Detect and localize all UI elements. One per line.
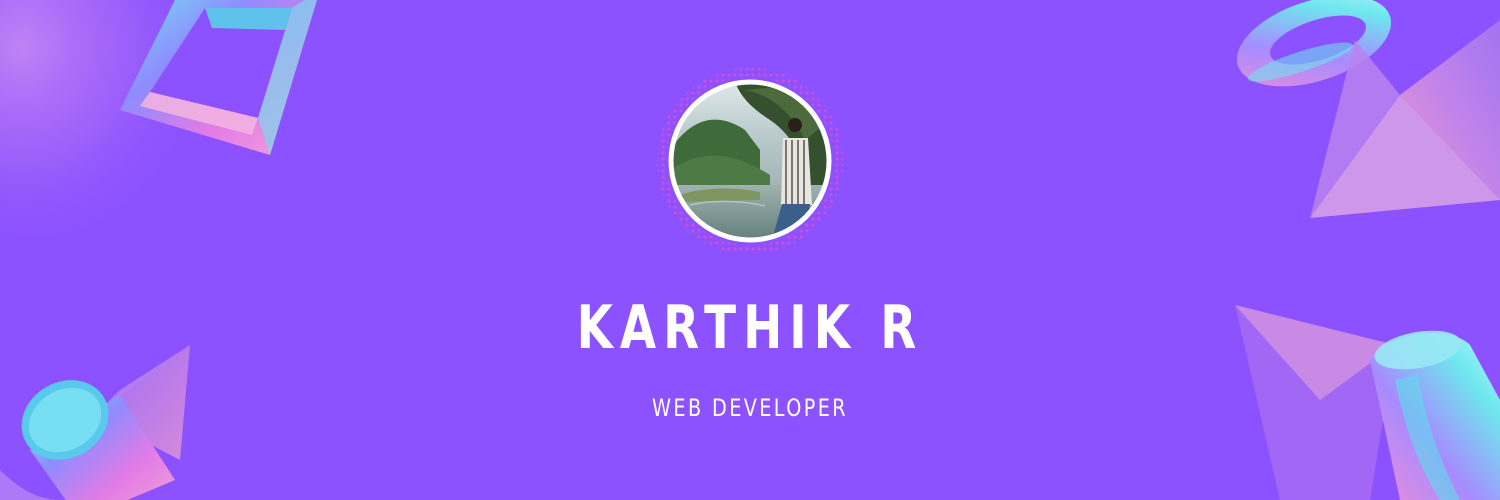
profile-title: WEB DEVELOPER: [652, 394, 848, 422]
profile-banner: KARTHIK R WEB DEVELOPER: [0, 0, 1500, 500]
profile-name: KARTHIK R: [576, 293, 924, 363]
